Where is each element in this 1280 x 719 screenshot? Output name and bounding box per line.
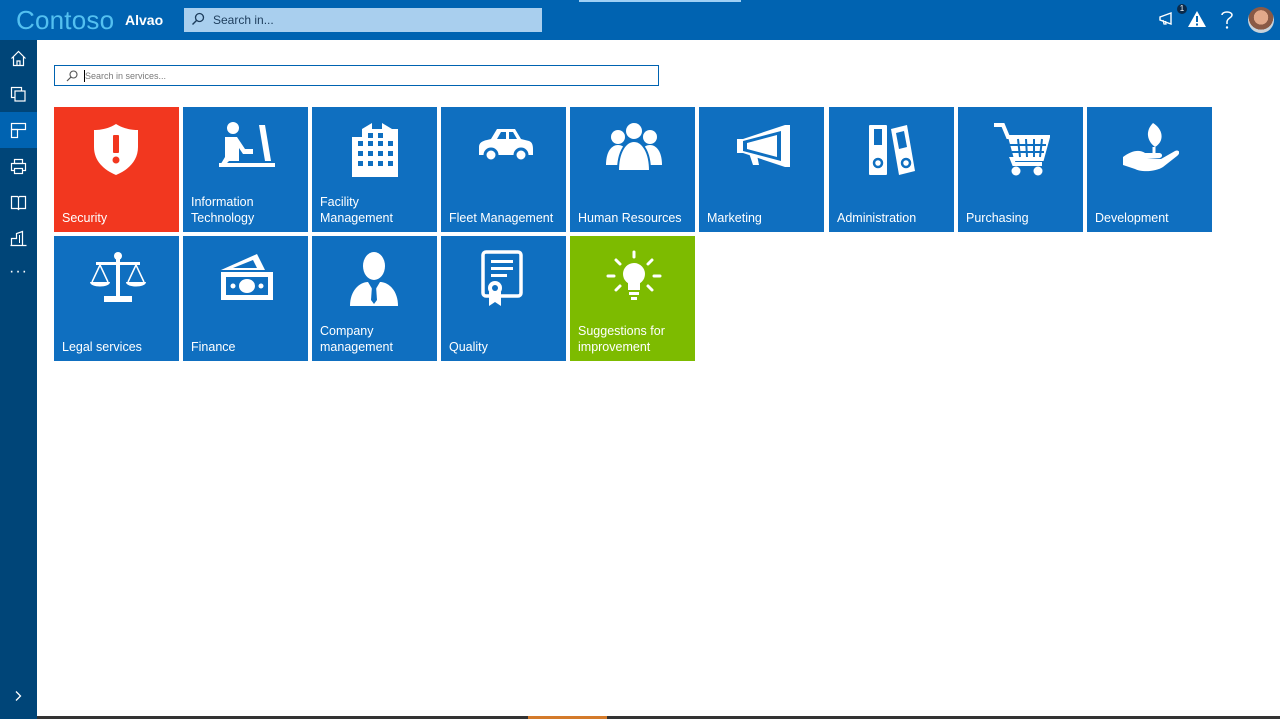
tile-label: Legal services [62,340,142,354]
tile-label: Fleet Management [449,211,554,225]
search-icon [66,70,78,82]
tile-label: Company management [320,324,393,354]
sidebar-item-home[interactable] [0,40,37,76]
global-search-input[interactable]: Search in... [184,8,542,32]
car-icon [479,129,533,163]
tile-label: Suggestions for improvement [578,324,665,354]
user-avatar[interactable] [1248,7,1274,33]
tile-label: Marketing [707,211,762,225]
money-icon [221,254,273,300]
hand-plant-icon [1123,123,1179,172]
megaphone-icon [737,125,790,167]
global-search-placeholder: Search in... [213,13,274,27]
tile-development[interactable]: Development [1087,107,1212,232]
megaphone-icon[interactable] [1158,9,1178,29]
lightbulb-icon [606,250,662,300]
search-icon [192,12,205,25]
scales-icon [90,252,146,302]
sidebar-item-reports[interactable] [0,220,37,256]
tile-quality[interactable]: Quality [441,236,566,361]
brand-logo[interactable]: Contoso [16,5,114,36]
sidebar-item-print[interactable] [0,148,37,184]
certificate-icon [481,250,523,306]
sidebar-item-book[interactable] [0,184,37,220]
tile-facility-management[interactable]: Facility Management [312,107,437,232]
tile-label: Administration [837,211,917,225]
tile-company-management[interactable]: Company management [312,236,437,361]
help-icon[interactable] [1218,9,1236,31]
services-search-placeholder: Search in services... [85,71,167,81]
building-icon [352,123,398,177]
chevron-right-icon[interactable] [12,690,24,702]
tile-label: Finance [191,340,236,354]
notification-badge: 1 [1177,4,1187,14]
tiles-icon [10,122,27,139]
manager-icon [350,252,398,306]
home-icon [11,50,26,67]
tile-administration[interactable]: Administration [829,107,954,232]
binders-icon [869,125,915,175]
sidebar-more-button[interactable]: ··· [9,263,28,281]
cart-icon [994,123,1050,176]
top-accent-bar [579,0,741,2]
book-icon [10,195,27,211]
tile-human-resources[interactable]: Human Resources [570,107,695,232]
tile-label: Security [62,211,108,225]
tile-information-technology[interactable]: Information Technology [183,107,308,232]
tile-label: Purchasing [966,211,1029,225]
sidebar: ··· [0,40,37,719]
building-icon [10,230,27,247]
tile-security[interactable]: Security [54,107,179,232]
people-icon [606,123,662,172]
tile-marketing[interactable]: Marketing [699,107,824,232]
tile-label: Development [1095,211,1169,225]
copy-icon [10,86,26,102]
shield-alert-icon [94,124,138,175]
tile-finance[interactable]: Finance [183,236,308,361]
print-icon [10,158,27,175]
tile-suggestions-for-improvement[interactable]: Suggestions for improvement [570,236,695,361]
tile-label: Information Technology [191,195,255,225]
sidebar-item-copy[interactable] [0,76,37,112]
services-search-input[interactable]: Search in services... [54,65,659,86]
tile-legal-services[interactable]: Legal services [54,236,179,361]
top-bar: Contoso Alvao Search in... 1 [0,0,1280,40]
warning-icon[interactable] [1187,9,1207,29]
tile-label: Human Resources [578,211,682,225]
app-name[interactable]: Alvao [125,12,163,28]
person-computer-icon [219,122,275,167]
tile-purchasing[interactable]: Purchasing [958,107,1083,232]
tile-fleet-management[interactable]: Fleet Management [441,107,566,232]
sidebar-item-tiles[interactable] [0,112,37,148]
tile-label: Quality [449,340,488,354]
tile-label: Facility Management [320,195,393,225]
